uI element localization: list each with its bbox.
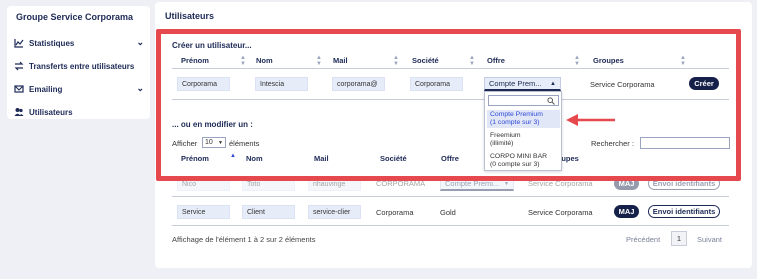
sidebar-item-label: Statistiques xyxy=(29,38,75,48)
page-length-select[interactable]: 10 ▼ xyxy=(202,137,226,148)
create-button[interactable]: Créer xyxy=(689,77,719,90)
create-section-label: Créer un utilisateur... xyxy=(172,41,252,50)
column-header-offre[interactable]: Offre xyxy=(487,56,505,65)
page-title: Utilisateurs xyxy=(165,11,215,21)
dropdown-option-compte-premium[interactable]: Compte Premium (1 compte sur 3) xyxy=(487,110,560,128)
sidebar-item-utilisateurs[interactable]: Utilisateurs xyxy=(14,105,144,119)
users-icon xyxy=(14,107,24,117)
row-societe: Corporama xyxy=(376,208,414,217)
column-header-nom[interactable]: Nom xyxy=(256,56,273,65)
option-label: Compte Premium xyxy=(490,111,543,118)
table-info: Affichage de l'élément 1 à 2 sur 2 éléme… xyxy=(172,235,316,244)
sidebar: Groupe Service Corporama Statistiques ⌄ … xyxy=(7,6,150,119)
mail-input[interactable]: corporama@ xyxy=(332,77,385,91)
column-header-offre[interactable]: Offre xyxy=(441,154,459,163)
transfer-icon xyxy=(14,61,24,71)
sort-icon[interactable]: ▲ ▼ xyxy=(574,55,580,67)
column-header-societe[interactable]: Société xyxy=(412,56,439,65)
sort-asc-icon[interactable]: ▲ xyxy=(230,153,236,159)
chevron-down-icon[interactable]: ⌄ xyxy=(136,37,144,48)
sort-icon[interactable]: ▲ ▼ xyxy=(680,55,686,67)
offre-select[interactable]: Compte Prem... ▲ xyxy=(484,77,561,91)
caret-down-icon: ▼ xyxy=(504,180,509,187)
arrow-left-icon xyxy=(566,114,615,126)
column-header-nom[interactable]: Nom xyxy=(246,154,263,163)
column-header-prenom[interactable]: Prénom xyxy=(181,154,209,163)
maj-button[interactable]: MAJ xyxy=(614,205,639,218)
sidebar-item-emailing[interactable]: Emailing ⌄ xyxy=(14,82,144,96)
row-nom-input[interactable]: Client xyxy=(242,205,295,219)
page-length-suffix: éléments xyxy=(229,139,260,148)
column-header-mail[interactable]: Mail xyxy=(333,56,348,65)
row-groupe: Service Corporama xyxy=(528,179,593,188)
create-groupe: Service Corporama xyxy=(590,80,655,89)
envoi-identifiants-button[interactable]: Envoi identifiants xyxy=(648,177,720,190)
caret-down-icon: ▼ xyxy=(218,139,223,146)
maj-button[interactable]: MAJ xyxy=(614,177,639,190)
sort-icon[interactable]: ▲ ▼ xyxy=(240,55,246,67)
option-sub: (illimité) xyxy=(490,140,514,147)
column-header-groupes[interactable]: Groupes xyxy=(593,56,624,65)
sidebar-item-label: Utilisateurs xyxy=(29,107,73,117)
row-offre: Gold xyxy=(440,208,456,217)
create-row-divider xyxy=(172,99,729,100)
search-input[interactable] xyxy=(640,137,730,149)
page-length-value: 10 xyxy=(205,139,213,146)
row-prenom-input[interactable]: Service xyxy=(177,205,230,219)
option-sub: (0 compte sur 3) xyxy=(490,161,540,168)
row-mail-input[interactable]: nhauvinge xyxy=(308,177,361,191)
column-header-prenom[interactable]: Prénom xyxy=(181,56,209,65)
offre-dropdown: Compte Premium (1 compte sur 3) Freemium… xyxy=(484,91,562,171)
row-divider xyxy=(172,225,729,226)
search-icon xyxy=(547,97,555,105)
row-societe: CORPORAMA xyxy=(376,179,426,188)
sidebar-item-transferts[interactable]: Transferts entre utilisateurs xyxy=(14,59,144,73)
previous-page-button[interactable]: Précédent xyxy=(626,235,660,244)
dropdown-search-input[interactable] xyxy=(488,95,559,106)
email-icon xyxy=(14,84,24,94)
caret-up-icon: ▲ xyxy=(550,80,556,87)
sidebar-title: Groupe Service Corporama xyxy=(16,12,134,22)
dropdown-option-freemium[interactable]: Freemium (illimité) xyxy=(487,131,560,149)
envoi-identifiants-button[interactable]: Envoi identifiants xyxy=(648,205,720,218)
row-divider xyxy=(172,196,729,197)
societe-input[interactable]: Corporama xyxy=(410,77,463,91)
row-prenom-input[interactable]: Nico xyxy=(177,177,230,191)
offre-select-value: Compte Prem... xyxy=(489,79,542,88)
column-header-societe[interactable]: Société xyxy=(380,154,407,163)
option-sub: (1 compte sur 3) xyxy=(490,119,540,126)
row-offre-select[interactable]: Compte Premi... ▼ xyxy=(440,177,514,191)
next-page-button[interactable]: Suivant xyxy=(697,235,722,244)
modify-section-label: ... ou en modifier un : xyxy=(172,120,253,129)
chart-icon xyxy=(14,38,24,48)
row-offre-value: Compte Premi... xyxy=(445,179,500,188)
row-nom-input[interactable]: Toto xyxy=(242,177,295,191)
row-mail-input[interactable]: service-clier xyxy=(308,205,361,219)
sort-icon[interactable]: ▲ ▼ xyxy=(316,55,322,67)
sidebar-item-label: Transferts entre utilisateurs xyxy=(29,61,135,71)
search-label: Rechercher : xyxy=(591,139,634,148)
chevron-down-icon[interactable]: ⌄ xyxy=(136,83,144,94)
sort-icon[interactable]: ▲ ▼ xyxy=(469,55,475,67)
page-1-button[interactable]: 1 xyxy=(671,231,687,246)
nom-input[interactable]: Intescia xyxy=(255,77,308,91)
option-label: Freemium xyxy=(490,132,521,139)
dropdown-option-corpo-mini-bar[interactable]: CORPO MINI BAR (0 compte sur 3) xyxy=(487,152,560,170)
sort-icon[interactable]: ▲ ▼ xyxy=(393,55,399,67)
header-divider xyxy=(172,68,729,69)
prenom-input[interactable]: Corporama xyxy=(177,77,230,91)
option-label: CORPO MINI BAR xyxy=(490,153,548,160)
sidebar-item-label: Emailing xyxy=(29,84,63,94)
page-length-label: Afficher xyxy=(172,139,198,148)
sidebar-item-statistiques[interactable]: Statistiques ⌄ xyxy=(14,36,144,50)
column-header-mail[interactable]: Mail xyxy=(314,154,329,163)
row-groupe: Service Corporama xyxy=(528,208,593,217)
